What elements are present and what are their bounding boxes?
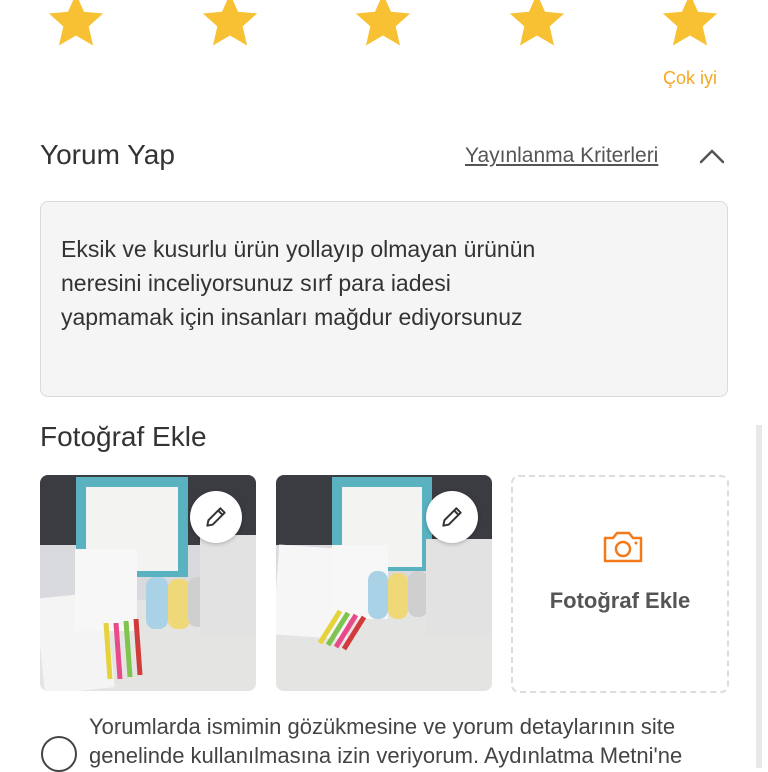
add-photo-label: Fotoğraf Ekle bbox=[549, 588, 691, 613]
uploaded-photo[interactable] bbox=[40, 475, 256, 691]
uploaded-photo[interactable] bbox=[276, 475, 492, 691]
star-icon[interactable] bbox=[499, 0, 575, 52]
chevron-up-icon[interactable] bbox=[696, 142, 728, 170]
publishing-criteria-link[interactable]: Yayınlanma Kriterleri bbox=[465, 144, 658, 168]
star-icon[interactable] bbox=[38, 0, 114, 52]
rating-stars bbox=[0, 0, 768, 60]
consent-text: Yorumlarda ismimin gözükmesine ve yorum … bbox=[89, 714, 683, 768]
star-icon[interactable] bbox=[345, 0, 421, 52]
camera-icon bbox=[603, 531, 643, 563]
add-photo-button[interactable]: Fotoğraf Ekle bbox=[511, 475, 729, 693]
rating-label: Çok iyi bbox=[662, 68, 717, 88]
comment-section-title: Yorum Yap bbox=[40, 139, 175, 170]
pencil-icon bbox=[442, 507, 462, 527]
edit-photo-button[interactable] bbox=[426, 491, 478, 543]
edit-photo-button[interactable] bbox=[190, 491, 242, 543]
photo-section-title: Fotoğraf Ekle bbox=[40, 421, 207, 452]
consent-radio[interactable] bbox=[41, 736, 77, 772]
star-icon[interactable] bbox=[192, 0, 268, 52]
pencil-icon bbox=[206, 507, 226, 527]
comment-textarea[interactable]: Eksik ve kusurlu ürün yollayıp olmayan ü… bbox=[40, 201, 728, 397]
scrollbar[interactable] bbox=[756, 425, 762, 768]
star-icon[interactable] bbox=[652, 0, 728, 52]
